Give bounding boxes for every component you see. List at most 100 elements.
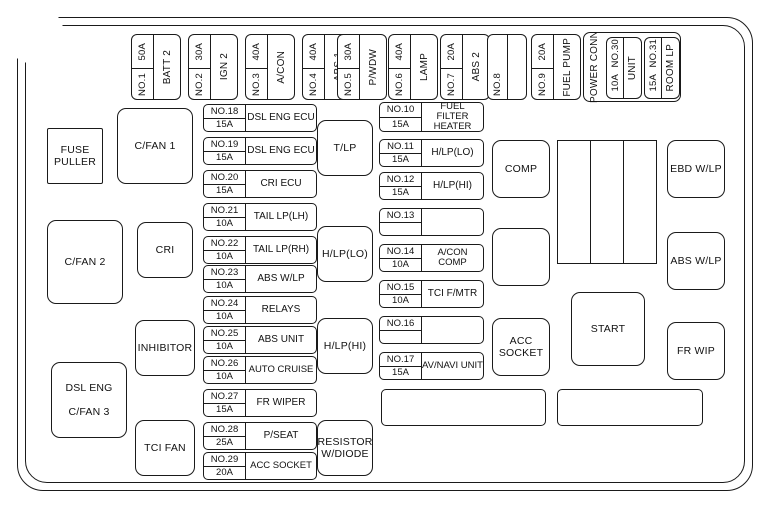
fuse-row-no25-amp: 10A [216,341,233,353]
relay-inhibitor[interactable]: INHIBITOR [135,320,195,376]
top-fuse-no6[interactable]: 40A NO.6 LAMP [388,34,438,100]
top-fuse-no7[interactable]: 20A NO.7 ABS 2 [440,34,490,100]
fuse-row-no16-amp [380,331,421,344]
fuse-row-no23[interactable]: NO.23 10A ABS W/LP [203,265,317,293]
fuse-row-no18[interactable]: NO.18 15A DSL ENG ECU [203,104,317,132]
relay-dsl-eng-cfan3[interactable]: DSL ENG C/FAN 3 [51,362,127,438]
fuse-row-no10-amp: 15A [392,118,409,130]
fuse-row-no19-number: NO.19 [204,138,245,152]
fuse-row-no26[interactable]: NO.26 10A AUTO CRUISE [203,356,317,384]
power-conn-fuse-no30[interactable]: 10A NO.30 UNIT [606,37,642,99]
fuse-row-no13[interactable]: NO.13 [379,208,484,236]
blank-column-3 [624,141,656,263]
relay-acc-socket[interactable]: ACC SOCKET [492,318,550,376]
fuse-row-no19-label: DSL ENG ECU [247,144,315,156]
fuse-row-no16-label [422,317,483,343]
top-fuse-no9[interactable]: 20A NO.9 FUEL PUMP [531,34,581,100]
fuse-row-no11-number: NO.11 [380,140,421,154]
relay-resistor-w-diode[interactable]: RESISTOR W/DIODE [317,420,373,476]
fuse-row-no13-label [422,209,483,235]
fuse-row-no12-number: NO.12 [380,173,421,187]
relay-start-label: START [590,322,626,335]
relay-hlp-lo[interactable]: H/LP(LO) [317,226,373,282]
relay-tci-fan[interactable]: TCI FAN [135,420,195,476]
relay-blank-mid[interactable] [492,228,550,286]
relay-tci-fan-label: TCI FAN [144,441,186,454]
relay-fuse-puller-label: FUSE PULLER [53,143,97,168]
fuse-row-no17-number: NO.17 [380,353,421,367]
fuse-row-no12[interactable]: NO.12 15A H/LP(HI) [379,172,484,200]
fuse-row-no19[interactable]: NO.19 15A DSL ENG ECU [203,137,317,165]
fuse-row-no29[interactable]: NO.29 20A ACC SOCKET [203,452,317,480]
blank-bottom-right-box[interactable] [557,389,703,426]
fuse-row-no26-amp: 10A [216,371,233,383]
fuse-row-no14[interactable]: NO.14 10A A/CON COMP [379,244,484,272]
top-fuse-no2-label: IGN 2 [218,53,230,81]
fuse-row-no16[interactable]: NO.16 [379,316,484,344]
fuse-row-no28-number: NO.28 [204,423,245,437]
fuse-row-no10[interactable]: NO.10 15A FUEL FILTER HEATER [379,102,484,132]
relay-cri-label: CRI [155,243,175,256]
top-fuse-no2-number: NO.2 [194,72,205,96]
top-fuse-no8[interactable]: NO.8 [487,34,527,100]
fuse-row-no27[interactable]: NO.27 15A FR WIPER [203,389,317,417]
fuse-row-no22[interactable]: NO.22 10A TAIL LP(RH) [203,236,317,264]
fuse-row-no24[interactable]: NO.24 10A RELAYS [203,296,317,324]
relay-fuse-puller[interactable]: FUSE PULLER [47,128,103,184]
fuse-row-no21[interactable]: NO.21 10A TAIL LP(LH) [203,203,317,231]
power-conn-fuse-no31-number: NO.31 [647,38,659,68]
fuse-row-no10-number: NO.10 [380,103,421,118]
top-fuse-no8-number: NO.8 [492,72,503,96]
blank-column-1 [558,141,591,263]
fuse-row-no29-label: ACC SOCKET [250,460,312,472]
fuse-row-no21-amp: 10A [216,218,233,230]
relay-dsl-eng-cfan3-label: DSL ENG C/FAN 3 [65,381,113,419]
power-conn-fuse-no31[interactable]: 15A NO.31 ROOM LP [644,37,680,99]
relay-start[interactable]: START [571,292,645,366]
relay-tlp[interactable]: T/LP [317,120,373,176]
blank-bottom-left-box[interactable] [381,389,546,426]
relay-comp[interactable]: COMP [492,140,550,198]
top-fuse-no3-label: A/CON [275,50,287,84]
fuse-row-no17-amp: 15A [392,367,409,379]
power-conn-group-label-wrap: POWER CONN [584,31,604,103]
top-fuse-no3-number: NO.3 [251,72,262,96]
power-conn-fuse-no30-number: NO.30 [609,38,621,68]
fuse-row-no25-label: ABS UNIT [257,333,305,345]
blank-column-2 [591,141,624,263]
top-fuse-no1[interactable]: 50A NO.1 BATT 2 [131,34,181,100]
relay-abs-wlp-label: ABS W/LP [670,254,722,267]
top-fuse-no1-label: BATT 2 [161,49,173,85]
fuse-row-no25[interactable]: NO.25 10A ABS UNIT [203,326,317,354]
fuse-row-no20[interactable]: NO.20 15A CRI ECU [203,170,317,198]
relay-hlp-lo-label: H/LP(LO) [322,247,368,260]
relay-fr-wip-label: FR WIP [677,344,715,357]
relay-ebd-wlp[interactable]: EBD W/LP [667,140,725,198]
top-fuse-no2[interactable]: 30A NO.2 IGN 2 [188,34,238,100]
fuse-row-no11[interactable]: NO.11 15A H/LP(LO) [379,139,484,167]
top-fuse-no5[interactable]: 30A NO.5 P/WDW [337,34,387,100]
top-fuse-no3[interactable]: 40A NO.3 A/CON [245,34,295,100]
fuse-row-no23-number: NO.23 [204,266,245,280]
top-fuse-no1-number: NO.1 [137,72,148,96]
relay-cfan2[interactable]: C/FAN 2 [47,220,123,304]
fuse-row-no14-amp: 10A [392,259,409,271]
fuse-row-no28[interactable]: NO.28 25A P/SEAT [203,422,317,450]
fuse-row-no24-number: NO.24 [204,297,245,311]
fuse-row-no17[interactable]: NO.17 15A AV/NAVI UNIT [379,352,484,380]
blank-multi-column-block[interactable] [557,140,657,264]
relay-cri[interactable]: CRI [137,222,193,278]
top-fuse-no2-amp: 30A [194,42,205,61]
fuse-row-no15[interactable]: NO.15 10A TCI F/MTR [379,280,484,308]
top-fuse-no7-amp: 20A [446,42,457,61]
top-fuse-no4-number: NO.4 [308,72,319,96]
fuse-row-no12-label: H/LP(HI) [433,179,472,191]
relay-cfan1[interactable]: C/FAN 1 [117,108,193,184]
fuse-row-no29-amp: 20A [216,467,233,479]
relay-fr-wip[interactable]: FR WIP [667,322,725,380]
relay-abs-wlp[interactable]: ABS W/LP [667,232,725,290]
relay-hlp-hi[interactable]: H/LP(HI) [317,318,373,374]
fuse-row-no20-number: NO.20 [204,171,245,185]
fuse-row-no10-label: FUEL FILTER HEATER [433,101,472,132]
fuse-row-no28-label: P/SEAT [263,429,299,441]
